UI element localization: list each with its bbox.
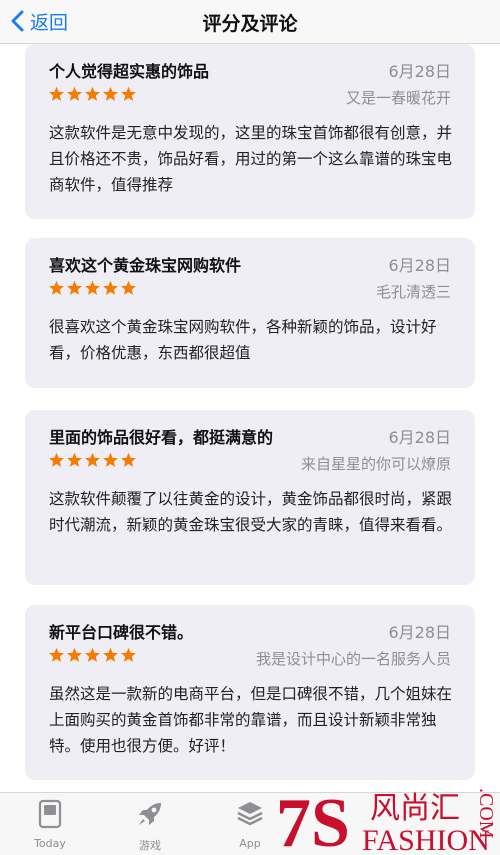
today-icon xyxy=(38,799,62,829)
star-rating xyxy=(48,280,137,296)
star-icon xyxy=(102,280,119,296)
star-icon xyxy=(66,452,83,468)
review-author: 来自星星的你可以燎原 xyxy=(300,455,451,473)
review-card[interactable]: 里面的饰品很好看，都挺满意的 6月28日 来自星星的你可以燎原 这款软件颠覆了以… xyxy=(25,410,475,585)
review-author: 又是一春暖花开 xyxy=(345,89,451,107)
star-rating xyxy=(48,86,137,102)
review-author: 毛孔清透三 xyxy=(375,283,451,301)
review-body: 这款软件颠覆了以往黄金的设计，黄金饰品都很时尚，紧跟时代潮流，新颖的黄金珠宝很受… xyxy=(49,490,453,534)
review-card[interactable]: 喜欢这个黄金珠宝网购软件 6月28日 毛孔清透三 很喜欢这个黄金珠宝网购软件，各… xyxy=(25,238,475,388)
star-icon xyxy=(84,86,101,102)
review-body: 很喜欢这个黄金珠宝网购软件，各种新颖的饰品，设计好看，价格优惠，东西都很超值 xyxy=(49,318,437,362)
review-body: 虽然这是一款新的电商平台，但是口碑很不错，几个姐妹在上面购买的黄金首饰都非常的靠… xyxy=(49,685,453,755)
star-icon xyxy=(48,280,65,296)
tab-label: App xyxy=(239,837,261,850)
star-icon xyxy=(66,647,83,663)
star-rating xyxy=(48,647,137,663)
tab-apps[interactable]: App xyxy=(210,797,290,850)
star-icon xyxy=(120,86,137,102)
star-icon xyxy=(102,452,119,468)
review-title: 新平台口碑很不错。 xyxy=(49,623,194,642)
review-title: 个人觉得超实惠的饰品 xyxy=(49,62,210,81)
review-card[interactable]: 新平台口碑很不错。 6月28日 我是设计中心的一名服务人员 虽然这是一款新的电商… xyxy=(25,605,475,780)
star-icon xyxy=(120,452,137,468)
star-icon xyxy=(48,452,65,468)
tab-label: Today xyxy=(34,837,66,850)
review-date: 6月28日 xyxy=(388,623,451,642)
star-icon xyxy=(102,86,119,102)
star-icon xyxy=(66,280,83,296)
reviews-list[interactable]: 个人觉得超实惠的饰品 6月28日 又是一春暖花开 这款软件是无意中发现的，这里的… xyxy=(0,44,500,792)
star-rating xyxy=(48,452,137,468)
star-icon xyxy=(84,647,101,663)
star-icon xyxy=(120,647,137,663)
star-icon xyxy=(48,86,65,102)
layers-icon xyxy=(237,802,263,826)
star-icon xyxy=(102,647,119,663)
star-icon xyxy=(48,647,65,663)
tab-today[interactable]: Today xyxy=(10,797,90,850)
review-card[interactable]: 个人觉得超实惠的饰品 6月28日 又是一春暖花开 这款软件是无意中发现的，这里的… xyxy=(25,44,475,219)
tab-games[interactable]: 游戏 xyxy=(110,797,190,853)
navigation-bar: 返回 评分及评论 xyxy=(0,0,500,44)
review-body: 这款软件是无意中发现的，这里的珠宝首饰都很有创意，并且价格还不贵，饰品好看，用过… xyxy=(49,124,453,194)
review-date: 6月28日 xyxy=(388,256,451,275)
tab-label: 游戏 xyxy=(139,839,161,852)
rocket-icon xyxy=(139,803,161,825)
star-icon xyxy=(120,280,137,296)
review-date: 6月28日 xyxy=(388,62,451,81)
star-icon xyxy=(84,452,101,468)
tab-bar: Today 游戏 App xyxy=(0,792,500,855)
review-author: 我是设计中心的一名服务人员 xyxy=(255,650,451,668)
review-title: 喜欢这个黄金珠宝网购软件 xyxy=(49,256,242,275)
review-title: 里面的饰品很好看，都挺满意的 xyxy=(49,428,274,447)
star-icon xyxy=(66,86,83,102)
review-date: 6月28日 xyxy=(388,428,451,447)
star-icon xyxy=(84,280,101,296)
page-title: 评分及评论 xyxy=(202,13,298,35)
